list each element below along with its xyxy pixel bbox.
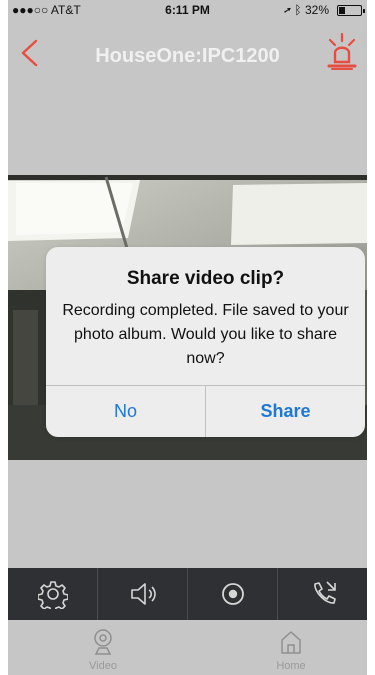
- bluetooth-icon: ᛒ: [294, 3, 302, 17]
- camera-title: HouseOne:IPC1200: [95, 45, 280, 67]
- tab-video[interactable]: Video: [53, 628, 153, 672]
- siren-icon[interactable]: [325, 32, 359, 72]
- navigation-bar: HouseOne:IPC1200: [8, 20, 367, 84]
- tab-home[interactable]: Home: [241, 628, 341, 672]
- dialog-title: Share video clip?: [126, 268, 285, 289]
- speaker-icon: [130, 583, 156, 605]
- dialog-message: Recording completed. File saved to your …: [62, 302, 349, 367]
- share-video-clip-dialog: Share video clip? Recording completed. F…: [46, 247, 365, 437]
- record-button[interactable]: [188, 568, 278, 620]
- record-icon: [221, 583, 244, 605]
- battery-icon: [337, 5, 365, 16]
- video-bottom-space: [8, 460, 367, 568]
- settings-button[interactable]: [8, 568, 98, 620]
- home-icon: [281, 631, 301, 654]
- settings-gear-icon: [37, 581, 68, 609]
- call-button[interactable]: [278, 568, 367, 620]
- app-screen: ●●●○○ AT&T 6:11 PM ➚ ᛒ 32% HouseOne:IPC1…: [8, 0, 367, 675]
- phone-call-icon: [313, 581, 336, 604]
- camera-control-bar: [8, 568, 367, 620]
- status-indicators: ➚ ᛒ 32%: [284, 3, 329, 17]
- bottom-tab-bar: Video Home: [8, 620, 367, 675]
- location-arrow-icon: ➚: [283, 3, 292, 17]
- speaker-button[interactable]: [98, 568, 188, 620]
- share-button[interactable]: Share: [206, 386, 365, 437]
- no-button[interactable]: No: [46, 386, 205, 437]
- camera-icon: [94, 629, 112, 655]
- back-chevron-icon[interactable]: [18, 38, 40, 68]
- tab-video-label: Video: [89, 660, 117, 672]
- battery-percentage: 32%: [304, 3, 329, 17]
- status-bar: ●●●○○ AT&T 6:11 PM ➚ ᛒ 32%: [8, 0, 367, 20]
- tab-home-label: Home: [276, 660, 306, 672]
